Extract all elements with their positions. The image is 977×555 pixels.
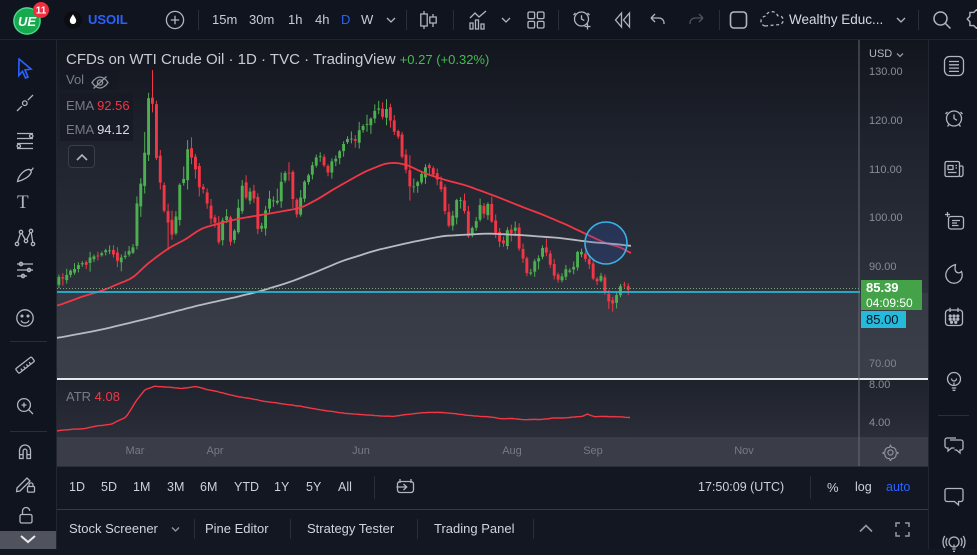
svg-text:11: 11 [36,6,47,17]
svg-text:UE: UE [18,14,36,29]
